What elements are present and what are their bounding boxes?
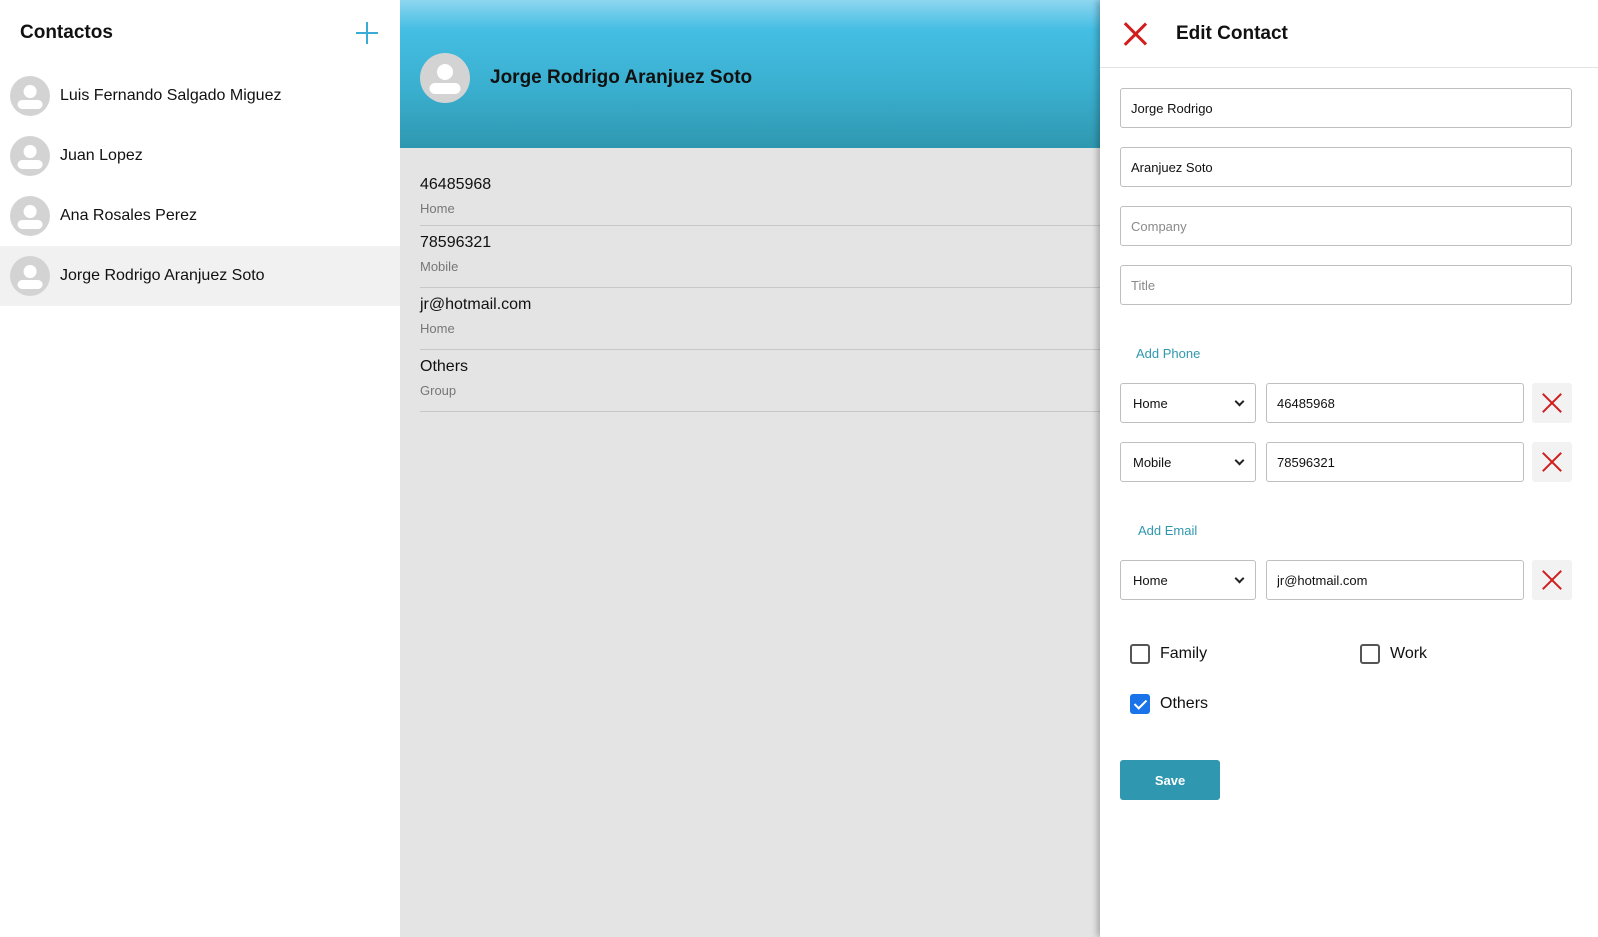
contact-detail-panel: Jorge Rodrigo Aranjuez Soto 46485968 Hom… [400,0,1100,937]
add-email-link[interactable]: Add Email [1138,523,1197,538]
detail-value: jr@hotmail.com [420,296,532,313]
email-type-select[interactable]: Home [1120,560,1256,600]
checkbox-label: Work [1390,645,1428,662]
phone-type-select[interactable]: Mobile [1120,442,1256,482]
phone-type-select[interactable]: Home [1120,383,1256,423]
checkbox-box[interactable] [1360,644,1380,664]
contact-name: Juan Lopez [60,147,143,164]
checkbox-label: Family [1160,645,1208,662]
checkbox-box[interactable] [1130,644,1150,664]
contact-name: Luis Fernando Salgado Miguez [60,87,282,104]
contact-item[interactable]: Luis Fernando Salgado Miguez [0,66,400,126]
detail-header: Jorge Rodrigo Aranjuez Soto [400,0,1100,148]
contact-name: Jorge Rodrigo Aranjuez Soto [60,267,265,284]
detail-label: Mobile [420,259,459,274]
edit-title: Edit Contact [1176,22,1288,44]
detail-value: 46485968 [420,176,492,193]
detail-row: 78596321 Mobile [420,226,1100,288]
email-field[interactable] [1266,560,1524,600]
contact-item-selected[interactable]: Jorge Rodrigo Aranjuez Soto [0,246,400,306]
contact-list: Luis Fernando Salgado Miguez Juan Lopez … [0,66,400,306]
sidebar-title: Contactos [20,22,113,43]
chevron-down-icon [1234,573,1245,583]
contact-name: Ana Rosales Perez [60,207,197,224]
detail-avatar [420,53,470,103]
family-checkbox[interactable]: Family [1130,644,1207,664]
company-field[interactable] [1120,206,1572,246]
title-field[interactable] [1120,265,1572,305]
add-phone-link[interactable]: Add Phone [1136,346,1200,361]
others-checkbox[interactable]: Others [1130,694,1208,714]
avatar [10,136,50,176]
contacts-sidebar: Contactos Luis Fernando Salgado Miguez J… [0,0,400,937]
sidebar-header: Contactos [0,0,400,66]
edit-header: Edit Contact [1100,0,1598,68]
contact-item[interactable]: Ana Rosales Perez [0,186,400,246]
detail-list: 46485968 Home 78596321 Mobile jr@hotmail… [400,148,1100,412]
avatar [10,196,50,236]
remove-email-button[interactable] [1532,560,1572,600]
email-type-value: Home [1133,572,1168,588]
add-contact-icon[interactable] [354,20,380,46]
checkbox-box-checked[interactable] [1130,694,1150,714]
checkbox-label: Others [1160,695,1209,712]
detail-row: jr@hotmail.com Home [420,288,1100,350]
detail-value: 78596321 [420,234,492,251]
avatar [10,76,50,116]
work-checkbox[interactable]: Work [1360,644,1427,664]
save-button[interactable]: Save [1120,760,1220,800]
chevron-down-icon [1234,396,1245,406]
detail-label: Home [420,201,455,216]
phone-type-value: Mobile [1133,454,1172,470]
detail-value: Others [420,358,469,375]
detail-row: 46485968 Home [420,168,1100,226]
detail-label: Group [420,383,457,398]
edit-contact-panel: Edit Contact Add Phone Home Mobile Add E… [1100,0,1598,937]
detail-contact-name: Jorge Rodrigo Aranjuez Soto [490,67,753,88]
phone-number-field[interactable] [1266,383,1524,423]
detail-row: Others Group [420,350,1100,412]
phone-type-value: Home [1133,395,1168,411]
first-name-field[interactable] [1120,88,1572,128]
avatar [10,256,50,296]
chevron-down-icon [1234,455,1245,465]
last-name-field[interactable] [1120,147,1572,187]
close-icon[interactable] [1122,21,1148,47]
phone-number-field[interactable] [1266,442,1524,482]
remove-phone-button[interactable] [1532,383,1572,423]
remove-phone-button[interactable] [1532,442,1572,482]
contact-item[interactable]: Juan Lopez [0,126,400,186]
detail-label: Home [420,321,455,336]
